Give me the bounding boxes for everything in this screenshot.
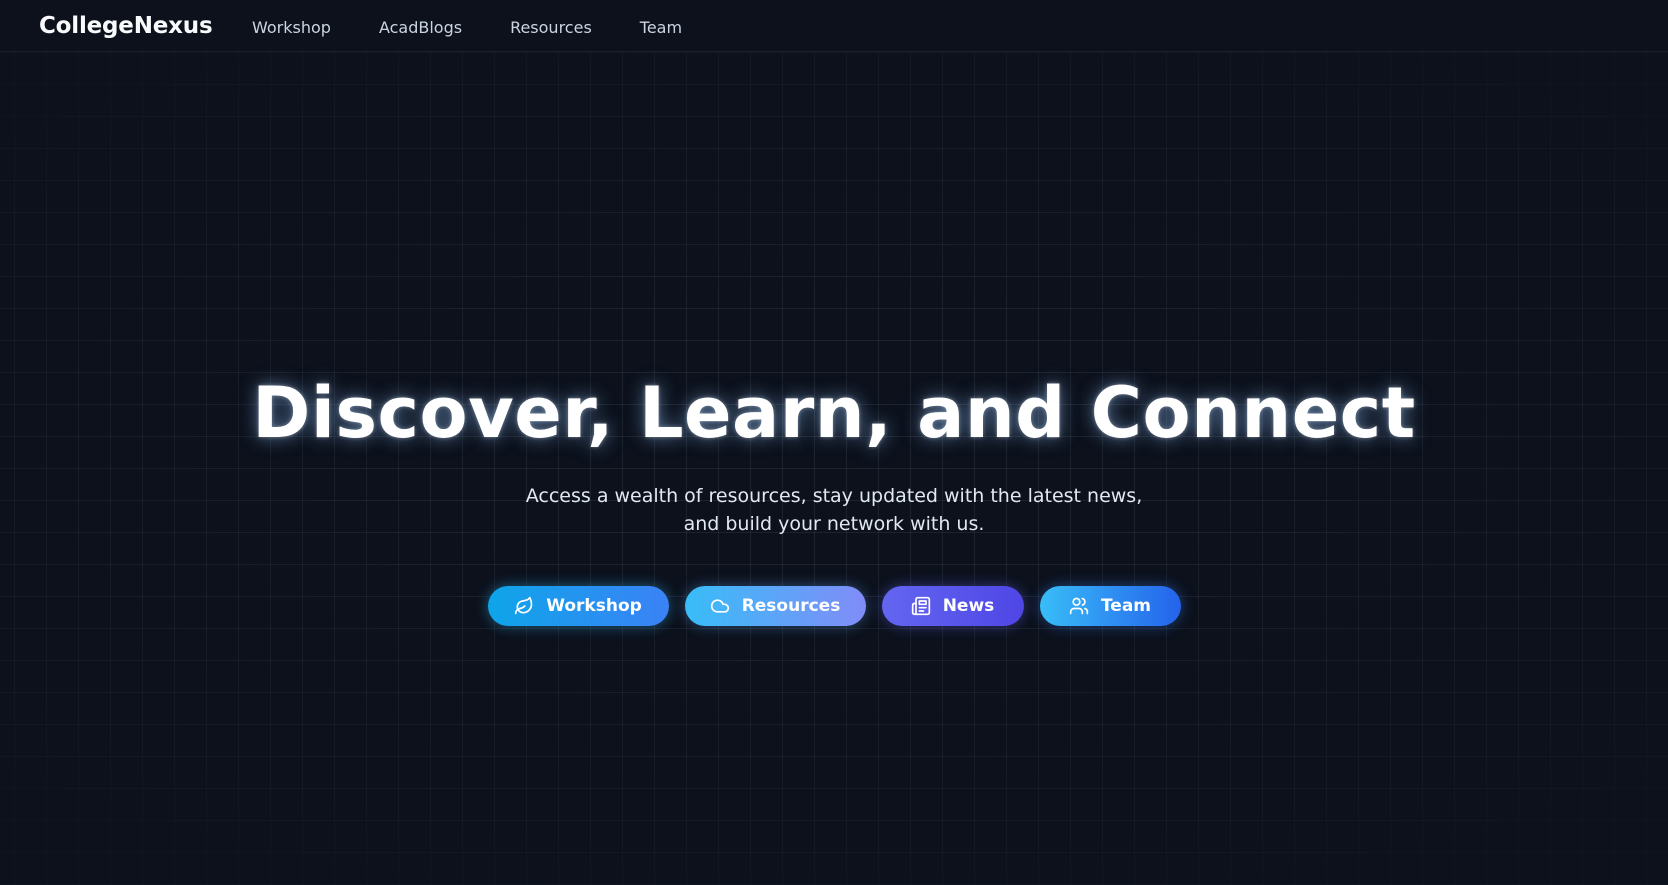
nav-links: Workshop AcadBlogs Resources Team [252, 18, 730, 37]
navbar: CollegeNexus Workshop AcadBlogs Resource… [0, 0, 1668, 52]
news-button[interactable]: News [881, 586, 1024, 626]
nav-link-team[interactable]: Team [640, 18, 682, 37]
grid-background [0, 52, 1668, 885]
nav-link-workshop[interactable]: Workshop [252, 18, 331, 37]
hero-title: Discover, Learn, and Connect [252, 372, 1416, 454]
hero-subtitle-line-1: Access a wealth of resources, stay updat… [525, 485, 1143, 507]
workshop-button-label: Workshop [546, 596, 642, 616]
users-icon [1069, 597, 1089, 615]
hero-buttons: Workshop Resources News Team [0, 586, 1668, 626]
team-button[interactable]: Team [1039, 586, 1181, 626]
team-button-label: Team [1100, 596, 1152, 616]
newspaper-icon [911, 596, 930, 616]
resources-button-label: Resources [741, 596, 841, 616]
resources-button[interactable]: Resources [684, 586, 866, 626]
page: CollegeNexus Workshop AcadBlogs Resource… [0, 0, 1668, 885]
hero-subtitle-line-2: and build your network with us. [683, 513, 985, 535]
hero-subtitle: Access a wealth of resources, stay updat… [0, 482, 1668, 538]
nav-link-acadblogs[interactable]: AcadBlogs [379, 18, 462, 37]
nav-link-resources[interactable]: Resources [510, 18, 592, 37]
brand-logo[interactable]: CollegeNexus [39, 13, 213, 39]
workshop-button[interactable]: Workshop [487, 586, 669, 626]
cloud-icon [710, 599, 729, 613]
leaf-icon [515, 596, 533, 615]
news-button-label: News [942, 596, 995, 616]
